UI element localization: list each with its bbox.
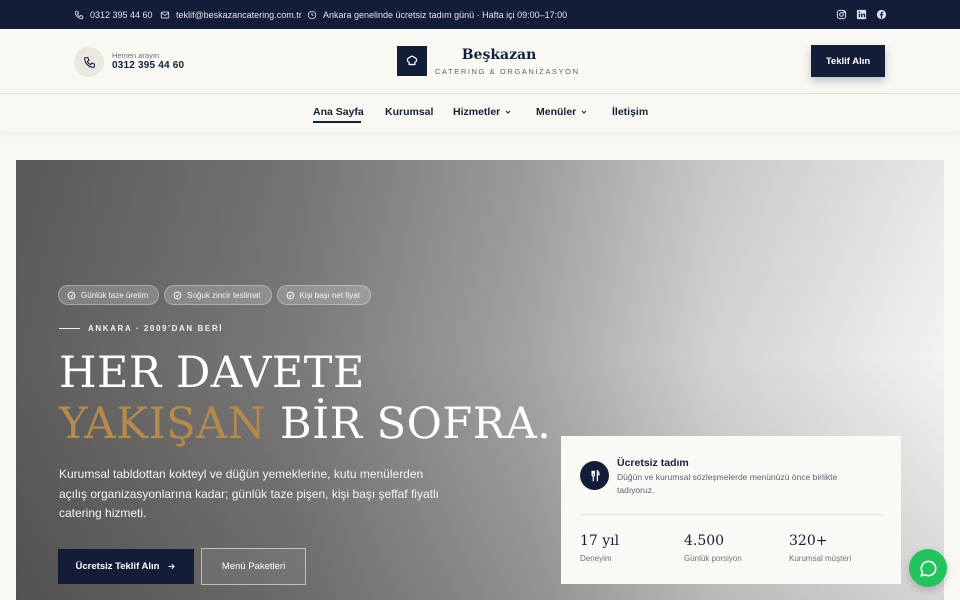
stat-value-portions: 4.500 bbox=[684, 533, 725, 549]
check-circle-icon bbox=[173, 291, 182, 299]
logo-mark[interactable] bbox=[397, 46, 427, 76]
hero-title-line2: YAKIŞAN BİR SOFRA. bbox=[59, 399, 551, 450]
nav-item-iletisim[interactable]: İletişim bbox=[612, 106, 648, 118]
hero-eyebrow: ANKARA · 2009'DAN BERİ bbox=[88, 324, 224, 333]
stat-label-experience: Deneyim bbox=[580, 554, 612, 563]
card-text: Düğün ve kurumsal sözleşmelerde menünüzü… bbox=[617, 472, 838, 495]
linkedin-icon[interactable] bbox=[855, 8, 867, 20]
badge-cold-chain: Soğuk zincir teslimat bbox=[164, 285, 272, 305]
whatsapp-button[interactable] bbox=[909, 549, 947, 587]
quote-button[interactable]: Teklif Alın bbox=[811, 45, 885, 77]
hero-badges: Günlük taze üretim Soğuk zincir teslimat… bbox=[58, 285, 371, 305]
stat-value-experience: 17 yıl bbox=[580, 533, 620, 549]
topbar-email-text: teklif@beskazancatering.com.tr bbox=[176, 9, 302, 20]
badge-net-price: Kişi başı net fiyat bbox=[276, 285, 371, 305]
logo-name[interactable]: Beşkazan bbox=[435, 47, 563, 63]
main-nav: Ana Sayfa Kurumsal Hizmetler Menüler İle… bbox=[0, 94, 960, 131]
stat-label-clients: Kurumsal müşteri bbox=[789, 554, 852, 563]
phone-icon bbox=[74, 10, 84, 19]
chevron-down-icon bbox=[581, 110, 587, 114]
topbar-hours: Ankara genelinde ücretsiz tadım günü · H… bbox=[307, 0, 567, 29]
free-quote-button[interactable]: Ücretsiz Teklif Alın bbox=[58, 549, 194, 584]
topbar-hours-text: Ankara genelinde ücretsiz tadım günü · H… bbox=[323, 9, 568, 20]
topbar-phone-text: 0312 395 44 60 bbox=[90, 9, 153, 20]
card-divider bbox=[580, 514, 883, 515]
menu-packages-button[interactable]: Menü Paketleri bbox=[201, 548, 306, 585]
hero-title-rest: BİR SOFRA. bbox=[265, 399, 552, 449]
chevron-down-icon bbox=[505, 110, 511, 114]
nav-item-ana-sayfa[interactable]: Ana Sayfa bbox=[313, 106, 364, 118]
clock-icon bbox=[307, 10, 317, 19]
hero-description: Kurumsal tabldottan kokteyl ve düğün yem… bbox=[59, 467, 439, 520]
logo-tagline: CATERING & ORGANİZASYON bbox=[435, 67, 580, 76]
badge-fresh: Günlük taze üretim bbox=[58, 285, 160, 305]
hero-title-highlight: YAKIŞAN bbox=[59, 399, 266, 449]
eyebrow-divider bbox=[59, 328, 80, 329]
call-label: Hemen arayın bbox=[112, 51, 160, 60]
stat-value-clients: 320+ bbox=[789, 533, 828, 549]
check-circle-icon bbox=[286, 291, 294, 299]
cutlery-icon bbox=[580, 461, 609, 490]
nav-item-menuler[interactable]: Menüler bbox=[536, 106, 588, 118]
arrow-right-icon bbox=[168, 563, 176, 570]
nav-item-hizmetler[interactable]: Hizmetler bbox=[453, 106, 512, 118]
nav-item-kurumsal[interactable]: Kurumsal bbox=[385, 106, 433, 118]
nav-active-indicator bbox=[313, 121, 361, 123]
chat-bubble-icon bbox=[919, 560, 936, 577]
card-title: Ücretsiz tadım bbox=[617, 457, 689, 469]
stat-label-portions: Günlük porsiyon bbox=[684, 554, 742, 563]
hero-title: HER DAVETE YAKIŞAN BİR SOFRA. bbox=[59, 348, 551, 450]
call-number[interactable]: 0312 395 44 60 bbox=[112, 60, 184, 71]
mail-icon bbox=[160, 11, 170, 18]
call-button[interactable] bbox=[74, 47, 104, 77]
instagram-icon[interactable] bbox=[835, 8, 847, 20]
check-circle-icon bbox=[67, 291, 76, 299]
site-header: Hemen arayın 0312 395 44 60 Beşkazan CAT… bbox=[0, 29, 960, 94]
phone-icon bbox=[83, 56, 95, 68]
top-bar: 0312 395 44 60 teklif@beskazancatering.c… bbox=[0, 0, 960, 29]
tasting-card: Ücretsiz tadım Düğün ve kurumsal sözleşm… bbox=[561, 436, 901, 584]
topbar-phone[interactable]: 0312 395 44 60 bbox=[74, 0, 153, 29]
topbar-email[interactable]: teklif@beskazancatering.com.tr bbox=[160, 0, 302, 29]
facebook-icon[interactable] bbox=[875, 8, 887, 20]
hero-title-line1: HER DAVETE bbox=[59, 348, 365, 398]
chef-hat-icon bbox=[406, 55, 418, 66]
